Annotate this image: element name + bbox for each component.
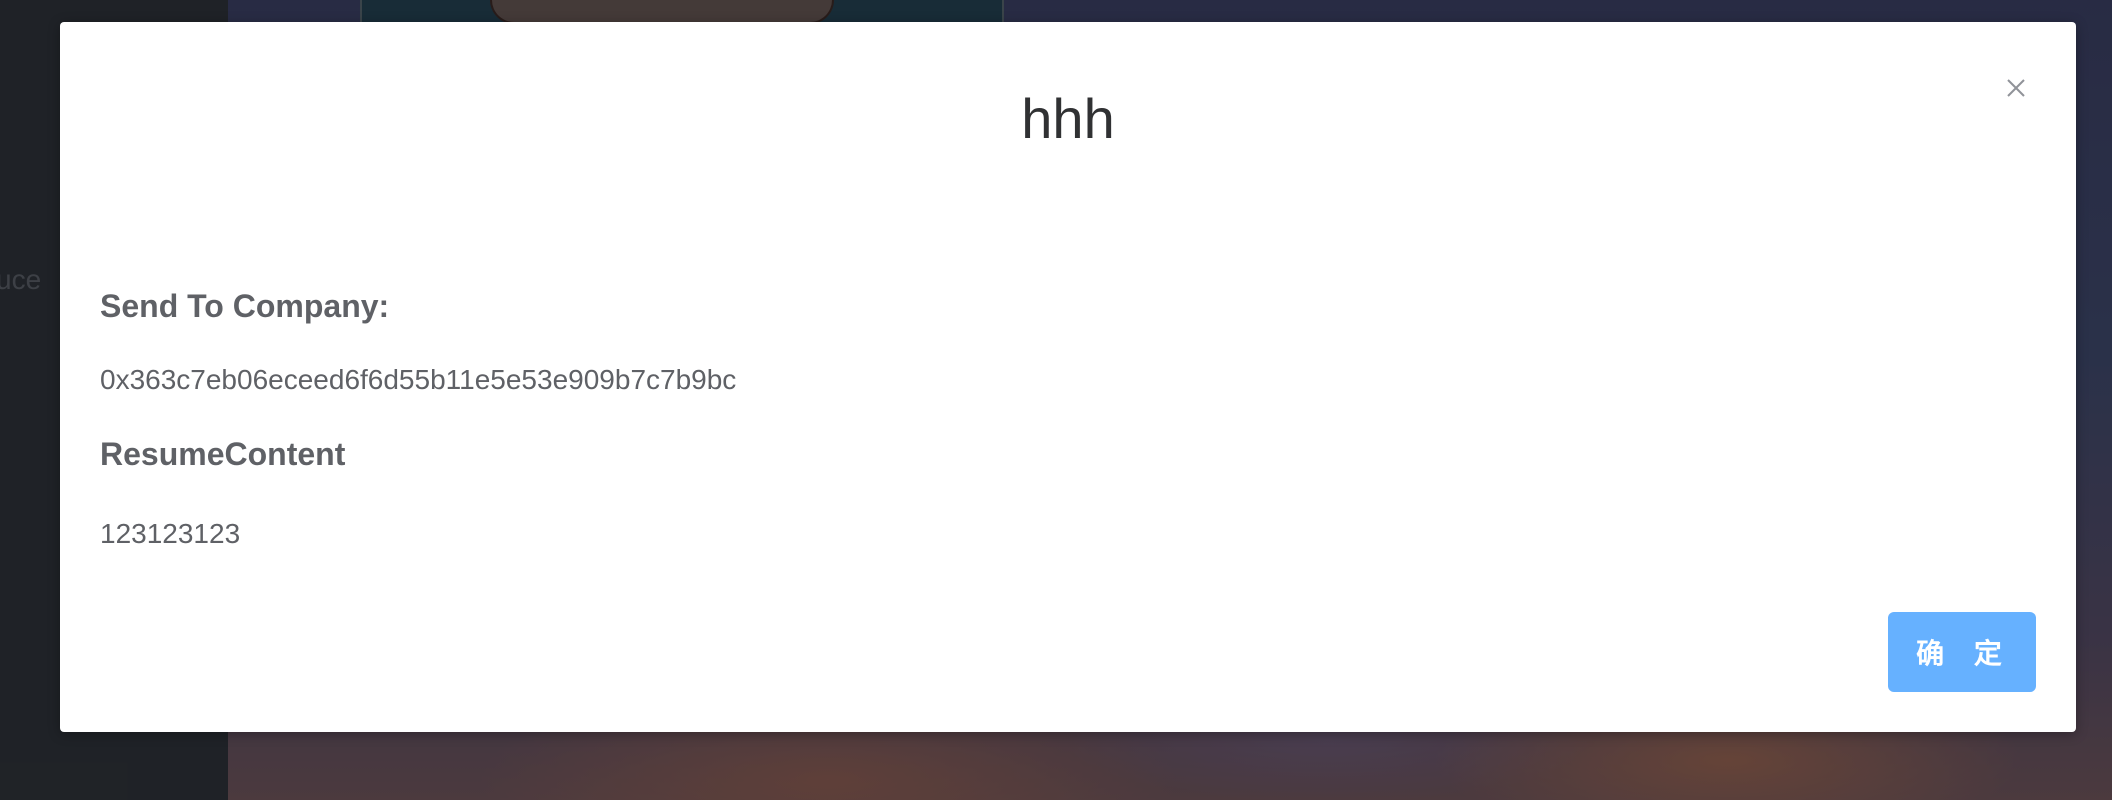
resume-dialog: hhh Send To Company: 0x363c7eb06eceed6f6… [60,22,2076,732]
screen: uce hhh Send To Company: 0x363c7eb06ecee… [0,0,2112,800]
confirm-button[interactable]: 确 定 [1888,612,2036,692]
resume-content-value: 123123123 [100,518,241,549]
close-button[interactable] [1996,68,2036,108]
dialog-title: hhh [1021,87,1115,150]
close-icon [1996,68,2036,108]
send-to-company-label: Send To Company: [100,288,390,324]
send-to-company-value: 0x363c7eb06eceed6f6d55b11e5e53e909b7c7b9… [100,364,737,395]
resume-content-label: ResumeContent [100,436,346,472]
